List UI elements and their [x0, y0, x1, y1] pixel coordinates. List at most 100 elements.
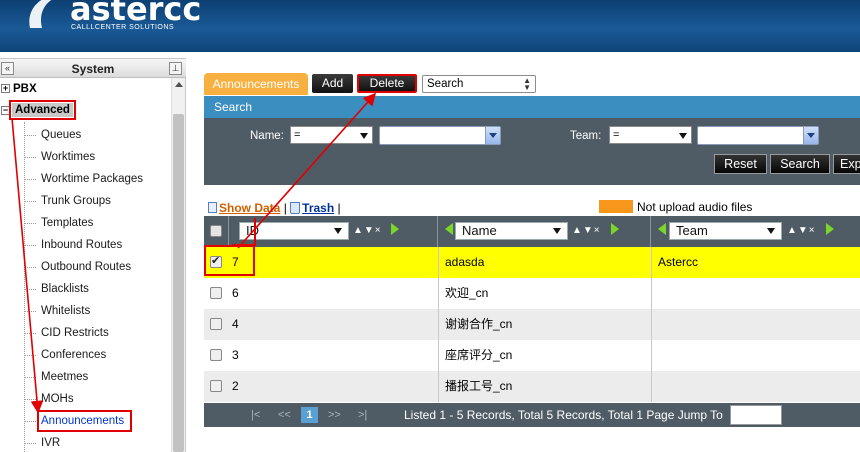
table-row[interactable]: 7 adasda Astercc — [204, 247, 860, 278]
sort-controls[interactable]: ▲▼× — [787, 224, 816, 238]
sidebar-item-whitelists[interactable]: Whitelists — [41, 300, 90, 322]
move-left-icon[interactable] — [445, 223, 453, 235]
team-column-label: Team — [676, 223, 708, 238]
sidebar-item-templates[interactable]: Templates — [41, 212, 93, 234]
sidebar-item-announcements[interactable]: Announcements — [37, 410, 132, 432]
team-column-select[interactable]: Team — [669, 222, 782, 240]
cell-name: adasda — [445, 255, 485, 269]
sidebar-scrollbar[interactable] — [171, 78, 185, 452]
tree-branch — [24, 201, 36, 202]
tab-announcements[interactable]: Announcements — [204, 73, 308, 95]
name-filter-label: Name: — [250, 130, 284, 142]
sidebar-item-ivr[interactable]: IVR — [41, 432, 60, 452]
scroll-up-icon[interactable] — [175, 82, 183, 87]
current-page[interactable]: 1 — [301, 407, 318, 423]
row-checkbox[interactable] — [210, 349, 222, 361]
column-divider — [438, 309, 439, 340]
expand-pbx-icon[interactable]: + — [1, 84, 10, 93]
column-divider — [651, 247, 652, 278]
sidebar-item-announcements-label: Announcements — [41, 415, 125, 427]
move-right-icon[interactable] — [826, 223, 834, 235]
sidebar-item-meetmes[interactable]: Meetmes — [41, 366, 88, 388]
prev-page-button[interactable]: << — [278, 403, 291, 427]
add-button[interactable]: Add — [312, 74, 353, 93]
tree-branch — [24, 421, 36, 422]
sort-controls[interactable]: ▲▼× — [353, 224, 382, 238]
table-row[interactable]: 6 欢迎_cn — [204, 278, 860, 309]
row-checkbox[interactable] — [210, 380, 222, 392]
chevron-down-icon[interactable] — [485, 127, 500, 144]
column-divider — [651, 371, 652, 402]
table-row[interactable]: 4 谢谢合作_cn — [204, 309, 860, 340]
team-filter-input[interactable] — [697, 126, 819, 145]
jump-to-page-input[interactable] — [730, 405, 782, 425]
cell-name: 欢迎_cn — [445, 286, 489, 300]
search-bar[interactable]: Search — [204, 96, 860, 118]
search-toggle-select[interactable]: Search ▲ ▼ — [422, 75, 536, 93]
tree-branch — [24, 135, 36, 136]
move-left-icon[interactable] — [658, 223, 666, 235]
reset-button[interactable]: Reset — [714, 154, 767, 174]
first-page-button[interactable]: |< — [251, 403, 260, 427]
cell-team: Astercc — [658, 255, 699, 269]
document-icon — [208, 202, 217, 213]
sidebar-item-trunk-groups[interactable]: Trunk Groups — [41, 190, 111, 212]
last-page-button[interactable]: >| — [358, 403, 367, 427]
chevron-down-icon — [679, 133, 687, 139]
navigation-tree: + PBX − Queues Worktimes Worktime Packag… — [0, 78, 172, 452]
select-all-checkbox[interactable] — [210, 225, 222, 237]
sidebar-item-advanced[interactable]: Advanced — [9, 100, 76, 120]
move-right-icon[interactable] — [391, 223, 399, 235]
row-checkbox[interactable] — [210, 287, 222, 299]
sidebar-header: « System ⊥ — [0, 58, 186, 78]
team-operator-select[interactable]: = — [609, 126, 692, 144]
export-button[interactable]: Exp — [833, 154, 860, 174]
cell-id: 4 — [232, 317, 239, 331]
sidebar-item-blacklists[interactable]: Blacklists — [41, 278, 89, 300]
logo-subtitle: CALLLCENTER SOLUTIONS — [71, 24, 175, 31]
table-row[interactable]: 2 播报工号_cn — [204, 371, 860, 402]
pin-icon[interactable]: ⊥ — [169, 62, 182, 75]
name-operator-select[interactable]: = — [290, 126, 373, 144]
legend-swatch — [599, 200, 633, 213]
tree-branch — [24, 179, 36, 180]
sidebar-item-mohs[interactable]: MOHs — [41, 388, 74, 410]
name-filter-input[interactable] — [379, 126, 501, 145]
scrollbar-thumb[interactable] — [173, 114, 184, 452]
search-toggle-value: Search — [427, 78, 464, 90]
search-button[interactable]: Search — [770, 154, 830, 174]
delete-button[interactable]: Delete — [357, 74, 417, 93]
column-divider — [651, 278, 652, 309]
move-right-icon[interactable] — [611, 223, 619, 235]
sidebar-item-conferences[interactable]: Conferences — [41, 344, 106, 366]
trash-link[interactable]: Trash — [302, 201, 334, 215]
show-data-link[interactable]: Show Data — [219, 201, 280, 215]
cell-name: 播报工号_cn — [445, 379, 513, 393]
cell-name: 座席评分_cn — [445, 348, 513, 362]
header-id-cell: ID ▲▼× — [229, 216, 438, 247]
sidebar-item-queues[interactable]: Queues — [41, 124, 81, 146]
selected-checkbox-highlight — [204, 245, 255, 276]
tree-node-pbx[interactable]: PBX — [13, 78, 37, 100]
links-separator: | — [337, 201, 341, 215]
sidebar-item-cid-restricts[interactable]: CID Restricts — [41, 322, 109, 344]
chevron-down-icon — [360, 133, 368, 139]
sidebar-item-inbound-routes[interactable]: Inbound Routes — [41, 234, 122, 256]
tree-guide-line — [24, 122, 25, 452]
sidebar-item-worktime-packages[interactable]: Worktime Packages — [41, 168, 143, 190]
name-column-select[interactable]: Name — [455, 222, 568, 240]
next-page-button[interactable]: >> — [328, 403, 341, 427]
sort-controls[interactable]: ▲▼× — [572, 224, 601, 238]
sidebar-item-advanced-label: Advanced — [12, 103, 73, 117]
name-column-label: Name — [462, 223, 497, 238]
column-divider — [438, 340, 439, 371]
sidebar-item-worktimes[interactable]: Worktimes — [41, 146, 95, 168]
chevron-down-icon[interactable] — [803, 127, 818, 144]
table-row[interactable]: 3 座席评分_cn — [204, 340, 860, 371]
tree-branch — [24, 289, 36, 290]
sidebar-item-outbound-routes[interactable]: Outbound Routes — [41, 256, 131, 278]
column-divider — [438, 278, 439, 309]
row-checkbox[interactable] — [210, 318, 222, 330]
tree-branch — [24, 333, 36, 334]
updown-icon: ▲ ▼ — [523, 76, 531, 92]
